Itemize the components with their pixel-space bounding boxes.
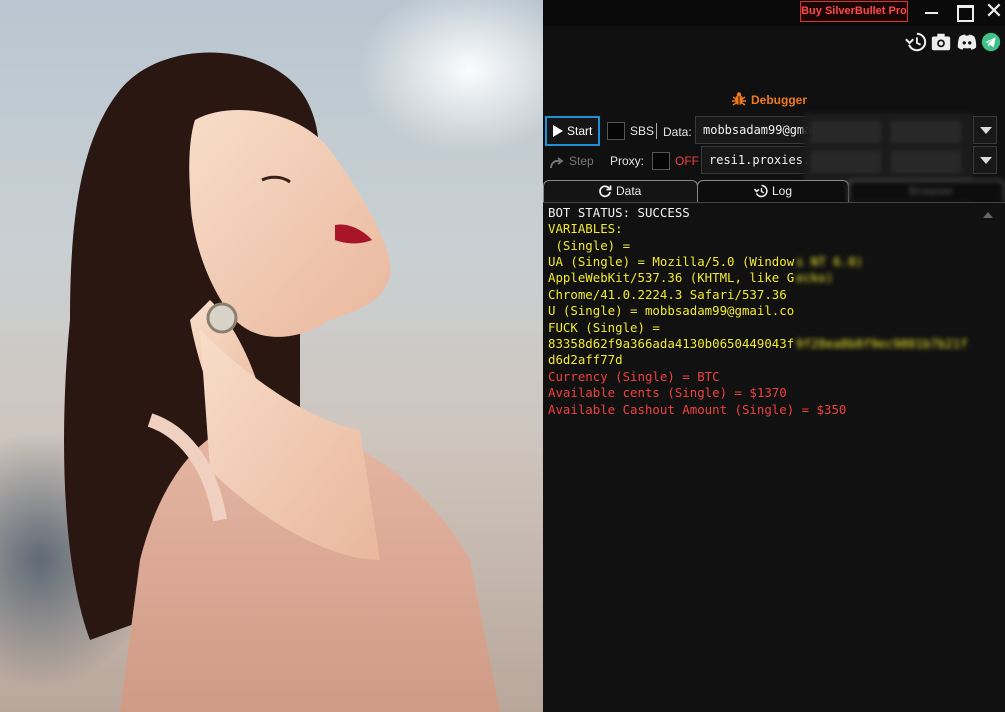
output-line: d6d2aff77d	[548, 352, 623, 367]
silverbullet-window: Buy SilverBullet Pro ✕ Debugger Start SB…	[543, 0, 1005, 712]
output-line: VARIABLES:	[548, 221, 623, 236]
camera-icon[interactable]	[930, 31, 952, 53]
divider	[656, 123, 657, 139]
discord-icon[interactable]	[956, 31, 978, 53]
proxy-type-dropdown[interactable]	[973, 146, 997, 174]
step-icon	[549, 154, 565, 169]
output-line: Available cents (Single) = $1370	[548, 385, 787, 400]
refresh-icon	[598, 184, 612, 198]
sbs-label: SBS	[630, 124, 655, 138]
tab-browser[interactable]: Browser	[848, 180, 1005, 202]
wordlist-dropdown[interactable]	[973, 116, 997, 144]
log-history-icon	[753, 184, 768, 198]
output-line: FUCK (Single) =	[548, 320, 660, 335]
debugger-title: Debugger	[751, 93, 808, 107]
minimize-icon[interactable]	[920, 2, 942, 22]
maximize-icon[interactable]	[953, 2, 975, 22]
output-line: UA (Single) = Mozilla/5.0 (Window	[548, 254, 795, 269]
bug-icon	[731, 91, 747, 107]
telegram-icon[interactable]	[980, 31, 1002, 53]
proxy-state: OFF	[675, 154, 699, 168]
tab-log[interactable]: Log	[697, 180, 849, 202]
close-icon[interactable]: ✕	[983, 1, 1005, 23]
sbs-checkbox[interactable]	[607, 122, 625, 140]
debugger-heading: Debugger	[731, 91, 807, 109]
redacted-text: ecko)	[796, 270, 834, 285]
tab-bar: Data Log Browser	[543, 180, 1005, 202]
output-line: 83358d62f9a366ada4130b0650449043f	[548, 336, 795, 351]
start-button[interactable]: Start	[545, 116, 600, 146]
output-line: BOT STATUS: SUCCESS	[548, 205, 690, 220]
debugger-output: BOT STATUS: SUCCESS VARIABLES: (Single) …	[543, 202, 1005, 712]
start-label: Start	[567, 124, 593, 138]
play-icon	[553, 125, 563, 137]
step-button[interactable]: Step	[545, 148, 600, 174]
redacted-text: 9f28ea8b8f9ec9801b7b21f	[796, 336, 968, 351]
redacted-text: s NT 6.0)	[796, 254, 864, 269]
history-icon[interactable]	[905, 31, 927, 53]
data-label: Data:	[663, 125, 692, 139]
proxy-checkbox[interactable]	[652, 152, 670, 170]
buy-pro-button[interactable]: Buy SilverBullet Pro	[800, 1, 908, 22]
output-line: (Single) =	[548, 238, 631, 253]
proxy-label: Proxy:	[610, 154, 645, 168]
portrait-illustration	[64, 52, 500, 712]
output-line: Currency (Single) = BTC	[548, 369, 720, 384]
output-line: U (Single) = mobbsadam99@gmail.co	[548, 303, 795, 318]
background-photo	[0, 0, 543, 712]
tab-data[interactable]: Data	[543, 180, 698, 202]
output-line: Chrome/41.0.2224.3 Safari/537.36	[548, 287, 787, 302]
data-input[interactable]: mobbsadam99@gma	[695, 116, 815, 144]
output-line: AppleWebKit/537.36 (KHTML, like G	[548, 270, 795, 285]
output-line: Available Cashout Amount (Single) = $350	[548, 402, 847, 417]
title-bar: Buy SilverBullet Pro ✕	[543, 0, 1005, 26]
step-label: Step	[569, 154, 594, 168]
scroll-up-arrow[interactable]	[983, 212, 993, 218]
proxy-input[interactable]: resi1.proxies.	[701, 146, 815, 174]
